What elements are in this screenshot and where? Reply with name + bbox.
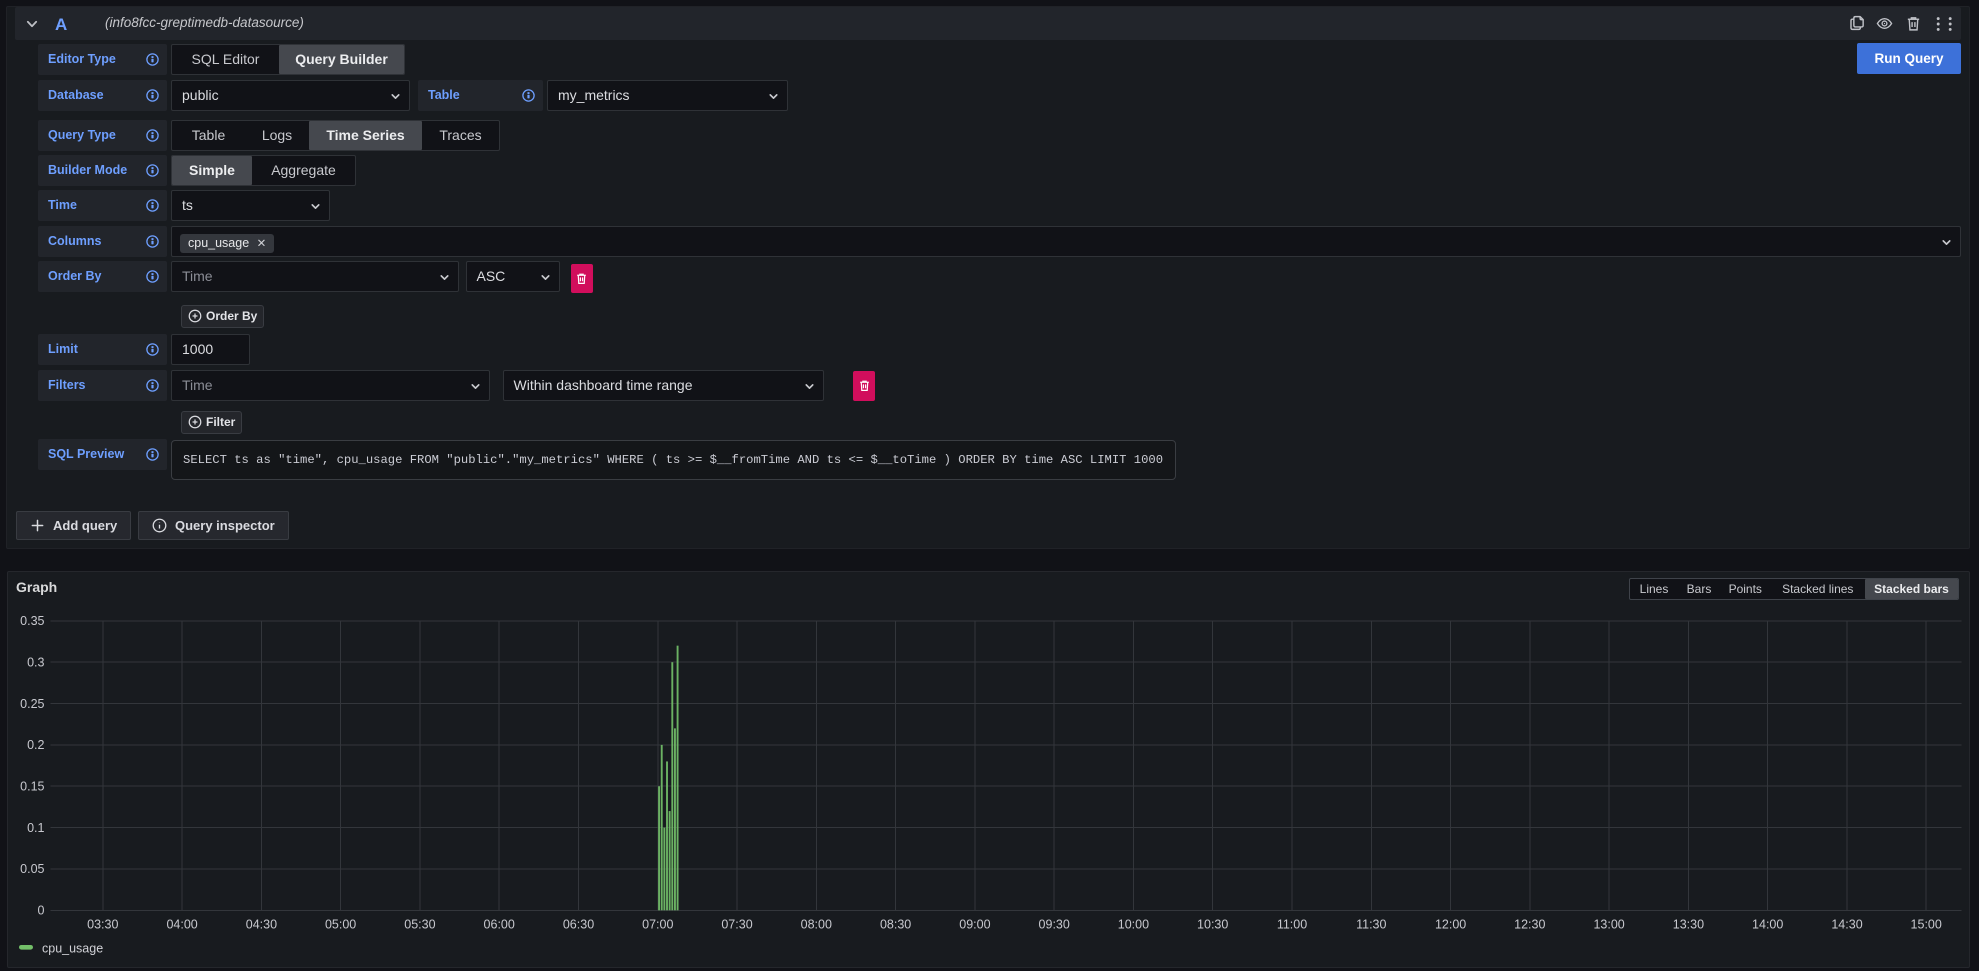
svg-text:04:00: 04:00 [166, 918, 197, 932]
svg-text:0.2: 0.2 [27, 738, 44, 752]
svg-text:04:30: 04:30 [246, 918, 277, 932]
svg-text:0.3: 0.3 [27, 656, 44, 670]
svg-text:08:00: 08:00 [801, 918, 832, 932]
svg-text:12:00: 12:00 [1435, 918, 1466, 932]
svg-text:cpu_usage: cpu_usage [42, 942, 103, 956]
svg-text:07:00: 07:00 [642, 918, 673, 932]
svg-text:0.05: 0.05 [20, 862, 44, 876]
svg-text:13:30: 13:30 [1673, 918, 1704, 932]
svg-text:05:00: 05:00 [325, 918, 356, 932]
svg-text:12:30: 12:30 [1514, 918, 1545, 932]
svg-text:0.15: 0.15 [20, 780, 44, 794]
svg-text:10:00: 10:00 [1118, 918, 1149, 932]
svg-text:07:30: 07:30 [721, 918, 752, 932]
svg-text:0: 0 [38, 904, 45, 918]
svg-text:11:30: 11:30 [1356, 918, 1386, 932]
svg-text:06:00: 06:00 [484, 918, 515, 932]
svg-text:08:30: 08:30 [880, 918, 911, 932]
svg-text:09:30: 09:30 [1039, 918, 1070, 932]
svg-text:06:30: 06:30 [563, 918, 594, 932]
svg-text:15:00: 15:00 [1911, 918, 1942, 932]
svg-text:03:30: 03:30 [87, 918, 118, 932]
svg-text:14:00: 14:00 [1752, 918, 1783, 932]
svg-text:13:00: 13:00 [1593, 918, 1624, 932]
svg-text:10:30: 10:30 [1197, 918, 1228, 932]
svg-text:09:00: 09:00 [959, 918, 990, 932]
svg-text:14:30: 14:30 [1831, 918, 1862, 932]
svg-text:11:00: 11:00 [1277, 918, 1307, 932]
svg-text:0.25: 0.25 [20, 697, 44, 711]
svg-text:0.1: 0.1 [27, 821, 44, 835]
svg-text:05:30: 05:30 [404, 918, 435, 932]
svg-text:0.35: 0.35 [20, 614, 44, 628]
